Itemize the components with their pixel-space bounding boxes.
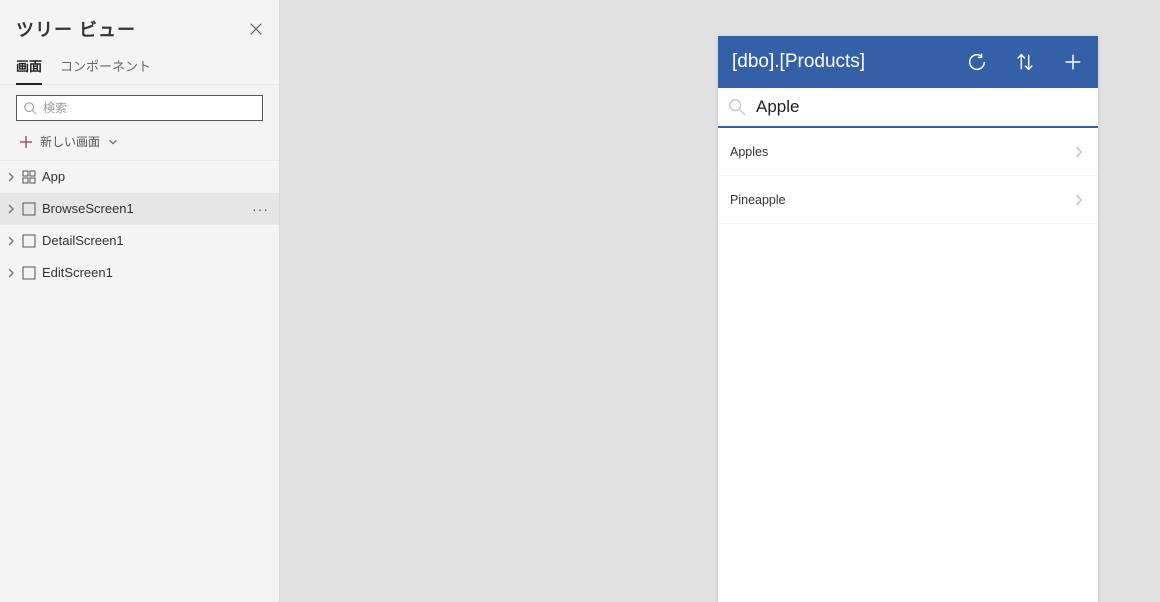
tree-search-input[interactable] — [41, 100, 256, 116]
plus-icon — [20, 136, 32, 148]
app-icon — [22, 170, 36, 184]
sort-icon[interactable] — [1014, 51, 1036, 73]
tree-item-browsescreen[interactable]: BrowseScreen1 ··· — [0, 193, 279, 225]
tab-screens[interactable]: 画面 — [16, 50, 42, 85]
list-item-label: Apples — [730, 145, 1072, 159]
screen-icon — [22, 234, 36, 248]
tree-list: App ··· BrowseScreen1 ··· DetailScreen1 … — [0, 160, 279, 289]
tree-item-label: DetailScreen1 — [42, 233, 246, 248]
preview-title: [dbo].[Products] — [732, 51, 940, 73]
tree-item-label: App — [42, 169, 246, 184]
tree-item-label: EditScreen1 — [42, 265, 246, 280]
add-icon[interactable] — [1062, 51, 1084, 73]
tree-search-box[interactable] — [16, 95, 263, 121]
chevron-right-icon — [1072, 193, 1086, 207]
chevron-right-icon — [6, 204, 16, 214]
list-item-label: Pineapple — [730, 193, 1072, 207]
tree-item-detailscreen[interactable]: DetailScreen1 ··· — [0, 225, 279, 257]
search-icon — [23, 101, 37, 115]
chevron-right-icon — [6, 268, 16, 278]
design-canvas[interactable]: [dbo].[Products] — [280, 0, 1160, 602]
screen-icon — [22, 202, 36, 216]
preview-search-input[interactable] — [754, 96, 1088, 118]
app-preview: [dbo].[Products] — [718, 36, 1098, 602]
preview-header: [dbo].[Products] — [718, 36, 1098, 88]
close-icon[interactable] — [249, 22, 263, 36]
chevron-down-icon — [108, 137, 118, 147]
panel-title: ツリー ビュー — [16, 16, 136, 42]
new-screen-label: 新しい画面 — [40, 133, 100, 150]
screen-icon — [22, 266, 36, 280]
chevron-right-icon — [6, 236, 16, 246]
search-icon — [728, 98, 746, 116]
chevron-right-icon — [1072, 145, 1086, 159]
preview-list: Apples Pineapple — [718, 128, 1098, 602]
new-screen-button[interactable]: 新しい画面 — [0, 127, 279, 160]
more-icon[interactable]: ··· — [252, 201, 269, 217]
panel-tabs: 画面 コンポーネント — [0, 50, 279, 85]
tree-item-label: BrowseScreen1 — [42, 201, 246, 216]
list-item[interactable]: Pineapple — [718, 176, 1098, 224]
tree-view-panel: ツリー ビュー 画面 コンポーネント 新しい — [0, 0, 280, 602]
refresh-icon[interactable] — [966, 51, 988, 73]
tab-components[interactable]: コンポーネント — [60, 50, 151, 84]
tree-item-editscreen[interactable]: EditScreen1 ··· — [0, 257, 279, 289]
tree-item-app[interactable]: App ··· — [0, 161, 279, 193]
preview-search-bar — [718, 88, 1098, 128]
chevron-right-icon — [6, 172, 16, 182]
list-item[interactable]: Apples — [718, 128, 1098, 176]
